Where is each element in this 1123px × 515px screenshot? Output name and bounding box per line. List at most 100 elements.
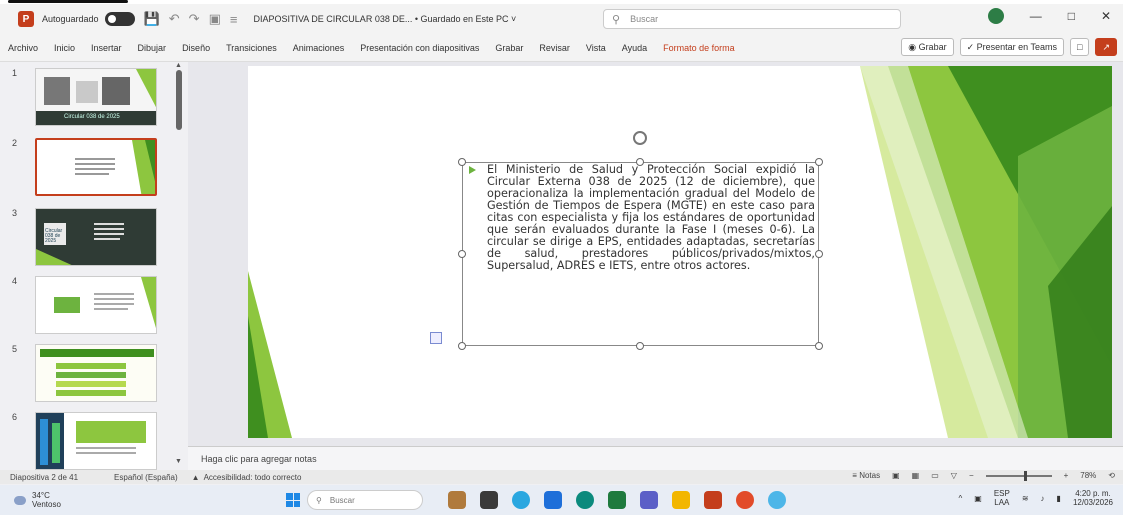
thumbnail-slide-1[interactable]: Circular 038 de 2025 [35, 68, 157, 126]
zoom-level[interactable]: 78% [1080, 471, 1096, 480]
tab-dibujar[interactable]: Dibujar [130, 43, 175, 53]
resize-handle-bl[interactable] [458, 342, 466, 350]
undo-icon[interactable]: ↶ [169, 11, 180, 27]
tab-ayuda[interactable]: Ayuda [614, 43, 655, 53]
fit-slide-icon[interactable]: ⟲ [1108, 471, 1115, 480]
thumb-number: 6 [12, 412, 18, 422]
scroll-down-icon[interactable]: ▼ [175, 458, 182, 465]
autosave-toggle[interactable] [104, 12, 135, 26]
resize-handle-r[interactable] [815, 250, 823, 258]
present-in-teams-button[interactable]: ✓ Presentar en Teams [959, 38, 1065, 56]
tab-inicio[interactable]: Inicio [46, 43, 83, 53]
close-icon[interactable]: ✕ [1101, 9, 1111, 23]
thumb-number: 4 [12, 276, 18, 286]
layout-options-icon[interactable] [430, 332, 442, 344]
app-copilot-icon[interactable] [768, 491, 786, 509]
redo-icon[interactable]: ↷ [189, 11, 200, 27]
thumbnail-4-art [36, 277, 156, 333]
avatar[interactable] [987, 8, 1004, 24]
app-photos-icon[interactable] [448, 491, 466, 509]
app-edge-icon[interactable] [512, 491, 530, 509]
minimize-icon[interactable]: — [1030, 9, 1042, 23]
share-button[interactable]: ↗ [1095, 38, 1117, 56]
taskbar-apps [448, 491, 786, 509]
app-store-icon[interactable] [544, 491, 562, 509]
slide-sorter-icon[interactable]: ▦ [912, 471, 920, 480]
ribbon-actions: ◉ Grabar ✓ Presentar en Teams □ ↗ [901, 38, 1117, 56]
notes-toggle-button[interactable]: ≡ Notas [852, 471, 880, 480]
resize-handle-tr[interactable] [815, 158, 823, 166]
tab-archivo[interactable]: Archivo [0, 43, 46, 53]
resize-handle-b[interactable] [636, 342, 644, 350]
weather-icon [14, 495, 26, 505]
tab-formato-de-forma[interactable]: Formato de forma [655, 43, 743, 53]
input-language[interactable]: ESP LAA [994, 489, 1010, 507]
windows-start-icon[interactable] [286, 493, 300, 507]
taskbar-search-input[interactable]: ⚲ Buscar [307, 490, 423, 510]
app-terminal-icon[interactable] [480, 491, 498, 509]
record-button[interactable]: ◉ Grabar [901, 38, 954, 56]
window-controls: — □ ✕ [987, 8, 1111, 24]
app-excel-icon[interactable] [608, 491, 626, 509]
powerpoint-logo-icon: P [18, 11, 34, 27]
slideshow-icon[interactable]: ▽ [951, 471, 957, 480]
app-teams-icon[interactable] [640, 491, 658, 509]
scroll-up-icon[interactable]: ▲ [175, 62, 182, 69]
comments-button[interactable]: □ [1070, 38, 1090, 56]
tab-insertar[interactable]: Insertar [83, 43, 130, 53]
resize-handle-br[interactable] [815, 342, 823, 350]
bullet-arrow-icon [469, 166, 476, 174]
tab-presentacion[interactable]: Presentación con diapositivas [352, 43, 487, 53]
status-bar: Diapositiva 2 de 41 Español (España) ▲ A… [0, 470, 1123, 484]
battery-icon[interactable]: ▮ [1057, 494, 1061, 503]
zoom-in-icon[interactable]: + [1064, 471, 1069, 480]
weather-widget[interactable]: 34°C Ventoso [14, 491, 61, 509]
tray-chevron-icon[interactable]: ^ [959, 494, 963, 503]
zoom-slider[interactable] [985, 470, 1052, 481]
search-input[interactable]: ⚲ Buscar [603, 9, 901, 29]
thumbnail-slide-3[interactable]: Circular 038 de 2025 [35, 208, 157, 266]
thumbnail-scrollbar[interactable] [176, 70, 182, 130]
resize-handle-tl[interactable] [458, 158, 466, 166]
clock[interactable]: 4:20 p. m. 12/03/2026 [1073, 489, 1113, 507]
tab-grabar[interactable]: Grabar [487, 43, 531, 53]
thumbnail-2-art [37, 140, 155, 194]
notes-pane[interactable]: Haga clic para agregar notas [188, 446, 1123, 470]
app-chrome-icon[interactable] [736, 491, 754, 509]
app-file-explorer-icon[interactable] [672, 491, 690, 509]
save-icon[interactable]: 💾 [144, 11, 160, 27]
weather-temp: 34°C [32, 491, 50, 500]
system-tray: ^ ▣ ESP LAA ≋ ♪ ▮ 4:20 p. m. 12/03/2026 [959, 489, 1114, 507]
thumbnail-slide-2[interactable] [35, 138, 157, 196]
search-placeholder: Buscar [630, 14, 659, 24]
teams-label: Presentar en Teams [976, 42, 1058, 52]
volume-icon[interactable]: ♪ [1041, 494, 1045, 503]
rotate-handle-icon[interactable] [633, 131, 647, 145]
wifi-icon[interactable]: ≋ [1022, 494, 1029, 503]
tab-vista[interactable]: Vista [578, 43, 614, 53]
thumb-number: 5 [12, 344, 18, 354]
language-status[interactable]: Español (España) [114, 473, 178, 482]
thumbnail-slide-6[interactable] [35, 412, 157, 470]
app-powerpoint-icon[interactable] [704, 491, 722, 509]
accessibility-status[interactable]: Accesibilidad: todo correcto [204, 473, 302, 482]
title-bar: P Autoguardado 💾 ↶ ↷ ▣ ≡ DIAPOSITIVA DE … [0, 4, 1123, 34]
zoom-out-icon[interactable]: − [969, 471, 974, 480]
thumbnail-slide-5[interactable] [35, 344, 157, 402]
present-from-start-icon[interactable]: ▣ [209, 11, 221, 27]
tab-revisar[interactable]: Revisar [531, 43, 578, 53]
tab-animaciones[interactable]: Animaciones [285, 43, 353, 53]
normal-view-icon[interactable]: ▣ [892, 471, 900, 480]
app-browser-icon[interactable] [576, 491, 594, 509]
thumb-number: 1 [12, 68, 18, 78]
slide-body-text[interactable]: El Ministerio de Salud y Protección Soci… [487, 164, 815, 272]
resize-handle-l[interactable] [458, 250, 466, 258]
document-title[interactable]: DIAPOSITIVA DE CIRCULAR 038 DE... • Guar… [253, 14, 516, 24]
tray-app-icon[interactable]: ▣ [974, 494, 982, 503]
customize-toolbar-icon[interactable]: ≡ [230, 12, 238, 27]
restore-icon[interactable]: □ [1068, 9, 1075, 23]
thumbnail-slide-4[interactable] [35, 276, 157, 334]
tab-diseno[interactable]: Diseño [174, 43, 218, 53]
reading-view-icon[interactable]: ▭ [931, 471, 939, 480]
tab-transiciones[interactable]: Transiciones [218, 43, 285, 53]
